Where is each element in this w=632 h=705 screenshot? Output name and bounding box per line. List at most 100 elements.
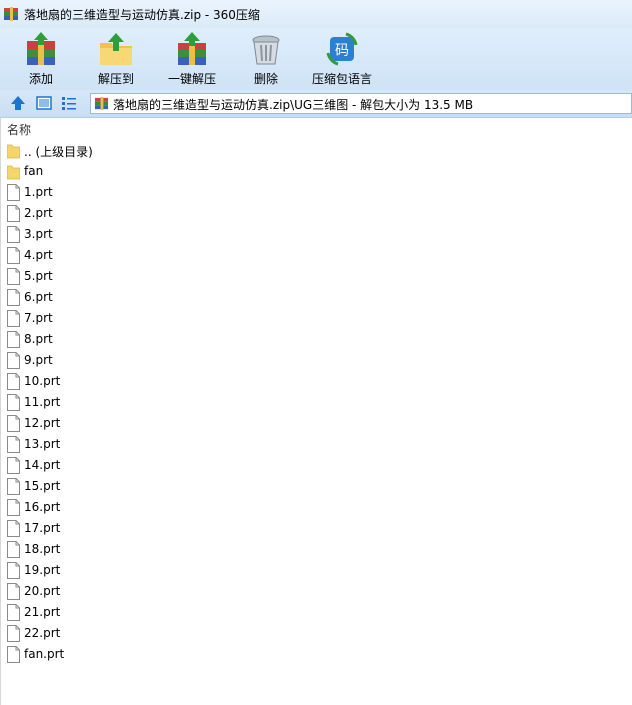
file-icon <box>7 562 20 579</box>
file-icon <box>7 352 20 369</box>
file-icon <box>7 457 20 474</box>
file-icon <box>7 310 20 327</box>
file-icon <box>7 247 20 264</box>
item-name: 2.prt <box>24 206 53 220</box>
toolbar: 添加 解压到 一键解压 删除 码 压缩包语言 <box>0 28 632 90</box>
file-icon <box>7 478 20 495</box>
column-header-name[interactable]: 名称 <box>7 121 31 138</box>
file-icon <box>7 184 20 201</box>
file-row[interactable]: 17.prt <box>1 518 632 539</box>
item-name: 13.prt <box>24 437 61 451</box>
file-row[interactable]: 19.prt <box>1 560 632 581</box>
file-row[interactable]: 13.prt <box>1 434 632 455</box>
file-row[interactable]: 3.prt <box>1 224 632 245</box>
delete-button-label: 删除 <box>253 72 278 86</box>
folder-icon <box>7 165 20 180</box>
item-name: 17.prt <box>24 521 61 535</box>
item-name: 12.prt <box>24 416 61 430</box>
file-row[interactable]: 22.prt <box>1 623 632 644</box>
thumbnail-view-icon[interactable] <box>36 95 52 111</box>
file-row[interactable]: 2.prt <box>1 203 632 224</box>
file-row[interactable]: 18.prt <box>1 539 632 560</box>
extract-to-button-label: 解压到 <box>97 72 134 86</box>
file-icon <box>7 289 20 306</box>
file-row[interactable]: 12.prt <box>1 413 632 434</box>
encoding-icon: 码 <box>326 32 358 66</box>
file-icon <box>7 205 20 222</box>
file-list[interactable]: 名称 .. (上级目录) fan 1.prt 2.prt 3.prt 4.prt 5.prt… <box>0 118 632 705</box>
file-icon <box>7 436 20 453</box>
item-name: 20.prt <box>24 584 61 598</box>
file-icon <box>7 226 20 243</box>
item-name: 18.prt <box>24 542 61 556</box>
extract-to-button[interactable]: 解压到 <box>86 28 146 88</box>
extract-to-icon <box>100 33 132 65</box>
list-view-icon[interactable] <box>61 95 77 111</box>
delete-button[interactable]: 删除 <box>238 28 294 88</box>
file-icon <box>7 520 20 537</box>
file-icon <box>7 646 20 663</box>
item-name: 11.prt <box>24 395 61 409</box>
item-name: 8.prt <box>24 332 53 346</box>
item-name: 15.prt <box>24 479 61 493</box>
item-name: 10.prt <box>24 374 61 388</box>
file-row[interactable]: 15.prt <box>1 476 632 497</box>
file-row[interactable]: 4.prt <box>1 245 632 266</box>
file-icon <box>7 373 20 390</box>
item-name: 14.prt <box>24 458 61 472</box>
file-row[interactable]: 7.prt <box>1 308 632 329</box>
window-title: 落地扇的三维造型与运动仿真.zip - 360压缩 <box>24 8 260 22</box>
item-name: fan <box>24 164 44 178</box>
file-row[interactable]: fan.prt <box>1 644 632 665</box>
file-row[interactable]: 8.prt <box>1 329 632 350</box>
item-name: 21.prt <box>24 605 61 619</box>
file-icon <box>7 394 20 411</box>
folder-row[interactable]: fan <box>1 161 632 182</box>
file-row[interactable]: 10.prt <box>1 371 632 392</box>
file-row[interactable]: 6.prt <box>1 287 632 308</box>
zip-archive-icon <box>4 7 18 21</box>
file-icon <box>7 625 20 642</box>
one-click-extract-button[interactable]: 一键解压 <box>160 28 224 88</box>
trash-icon <box>252 35 280 65</box>
one-click-extract-icon <box>178 32 206 65</box>
file-icon <box>7 415 20 432</box>
file-row[interactable]: 1.prt <box>1 182 632 203</box>
item-name: 16.prt <box>24 500 61 514</box>
archive-encoding-button-label: 压缩包语言 <box>311 72 372 86</box>
address-path: 落地扇的三维造型与运动仿真.zip\UG三维图 - 解包大小为 13.5 MB <box>113 98 474 112</box>
file-row[interactable]: 14.prt <box>1 455 632 476</box>
file-icon <box>7 583 20 600</box>
file-icon <box>7 604 20 621</box>
item-name: 5.prt <box>24 269 53 283</box>
file-row[interactable]: 20.prt <box>1 581 632 602</box>
file-row[interactable]: 5.prt <box>1 266 632 287</box>
item-name: 1.prt <box>24 185 53 199</box>
address-field[interactable]: 落地扇的三维造型与运动仿真.zip\UG三维图 - 解包大小为 13.5 MB <box>90 93 632 114</box>
file-row[interactable]: 16.prt <box>1 497 632 518</box>
file-icon <box>7 541 20 558</box>
file-icon <box>7 499 20 516</box>
title-bar: 落地扇的三维造型与运动仿真.zip - 360压缩 <box>0 0 632 28</box>
item-name: 7.prt <box>24 311 53 325</box>
item-name: 4.prt <box>24 248 53 262</box>
item-name: fan.prt <box>24 647 65 661</box>
encoding-glyph: 码 <box>335 43 349 59</box>
item-name: .. (上级目录) <box>24 145 93 159</box>
zip-archive-icon <box>94 96 109 111</box>
file-row[interactable]: 11.prt <box>1 392 632 413</box>
folder-row[interactable]: .. (上级目录) <box>1 140 632 161</box>
archive-encoding-button[interactable]: 码 压缩包语言 <box>306 28 378 88</box>
file-row[interactable]: 9.prt <box>1 350 632 371</box>
item-name: 3.prt <box>24 227 53 241</box>
address-bar: 落地扇的三维造型与运动仿真.zip\UG三维图 - 解包大小为 13.5 MB <box>0 90 632 118</box>
file-icon <box>7 331 20 348</box>
item-name: 19.prt <box>24 563 61 577</box>
file-row[interactable]: 21.prt <box>1 602 632 623</box>
item-name: 9.prt <box>24 353 53 367</box>
up-arrow-icon[interactable] <box>10 95 26 111</box>
add-archive-icon <box>27 32 55 65</box>
add-button[interactable]: 添加 <box>12 28 70 88</box>
one-click-extract-button-label: 一键解压 <box>167 72 216 86</box>
item-name: 22.prt <box>24 626 61 640</box>
